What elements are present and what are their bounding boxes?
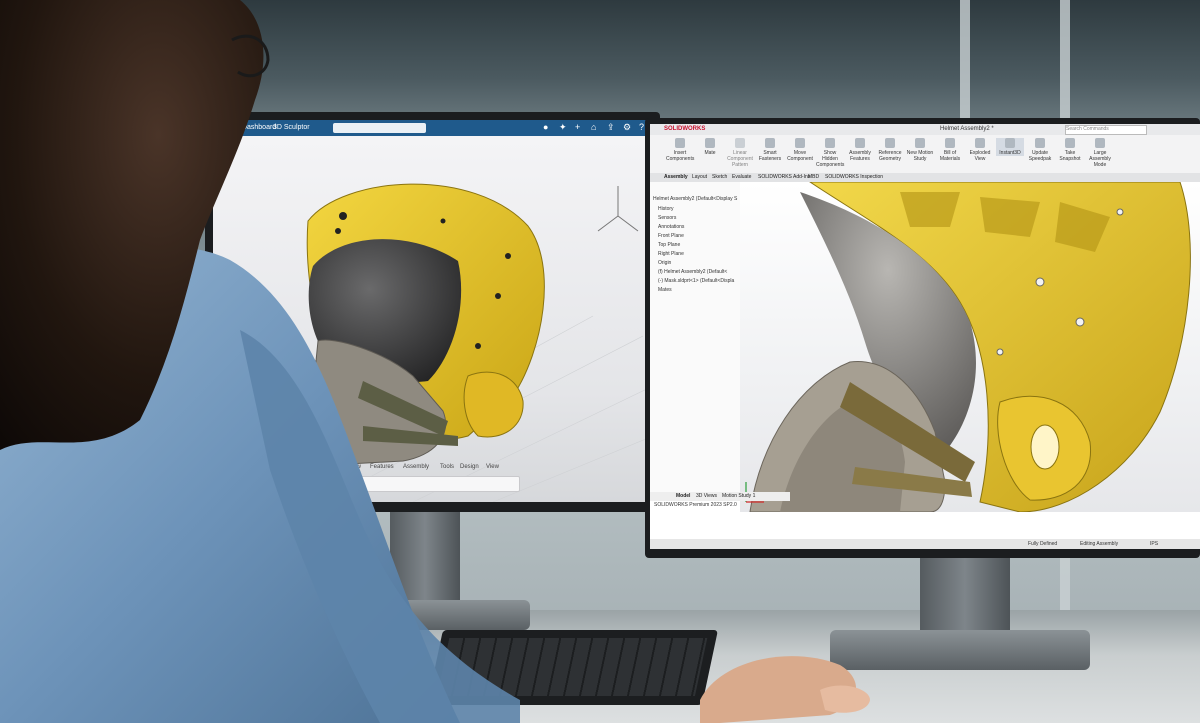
person	[0, 0, 870, 723]
